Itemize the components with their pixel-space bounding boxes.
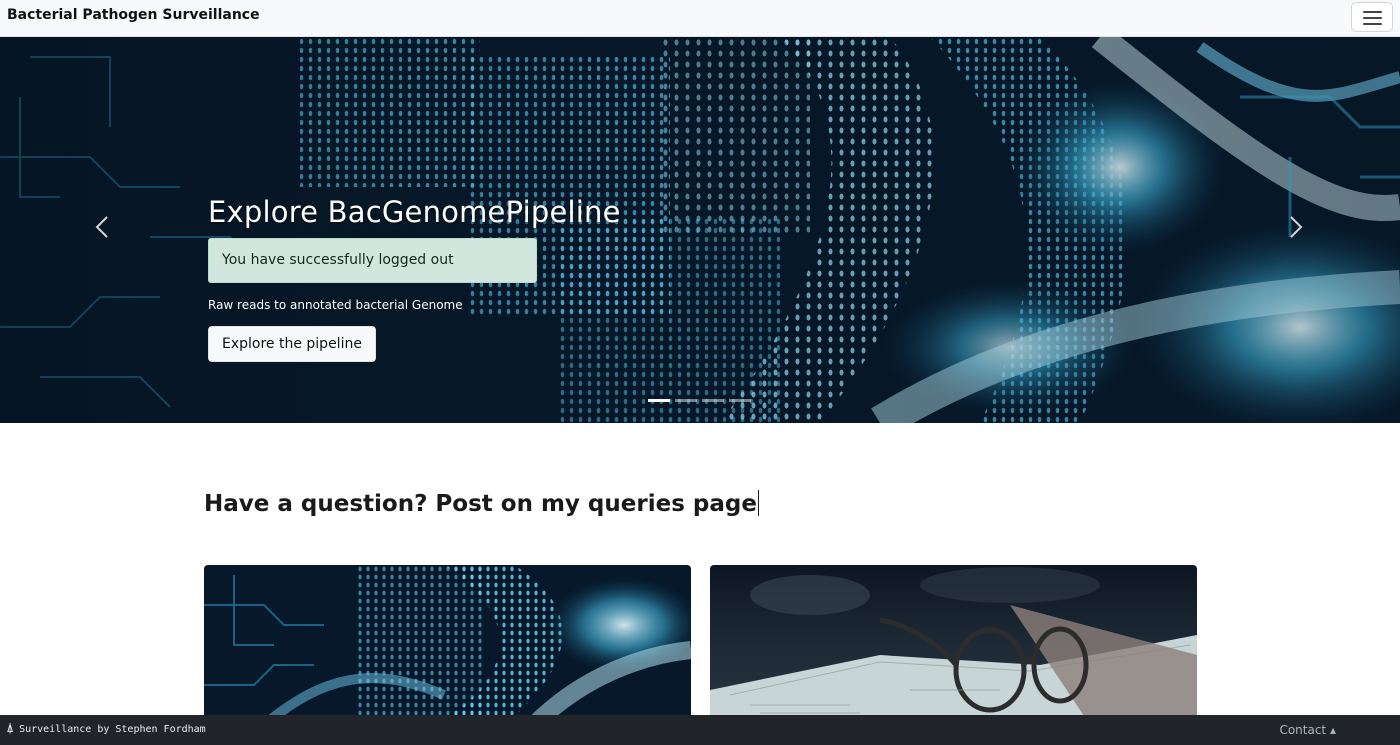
footer: ⍋ Surveillance by Stephen Fordham Contac… [0, 715, 1400, 745]
carousel-indicator[interactable] [648, 399, 670, 402]
carousel-prev-button[interactable] [88, 212, 118, 242]
chevron-right-icon [1290, 216, 1303, 238]
footer-credit: ⍋ Surveillance by Stephen Fordham [7, 724, 206, 735]
queries-heading: Have a question? Post on my queries page [204, 490, 759, 517]
carousel-indicator[interactable] [729, 399, 751, 402]
carousel-indicators [648, 399, 751, 402]
book-glasses-image [710, 565, 1197, 725]
carousel-next-button[interactable] [1280, 212, 1310, 242]
carousel-caption: Explore BacGenomePipeline You have succe… [208, 195, 628, 362]
hamburger-menu-icon [1363, 11, 1382, 13]
navbar: Bacterial Pathogen Surveillance [0, 0, 1400, 37]
navbar-toggle-button[interactable] [1351, 2, 1393, 32]
chevron-left-icon [95, 216, 108, 238]
card-dna-image[interactable] [204, 565, 691, 725]
dna-circuit-image [204, 565, 691, 725]
contact-dropup-button[interactable]: Contact ▴ [1279, 723, 1336, 737]
caret-up-icon: ▴ [1329, 723, 1336, 737]
logout-alert: You have successfully logged out [208, 238, 537, 283]
emblem-icon: ⍋ [7, 724, 14, 735]
card-book-image[interactable] [710, 565, 1197, 725]
carousel-indicator[interactable] [702, 399, 724, 402]
hero-title: Explore BacGenomePipeline [208, 195, 621, 229]
text-cursor [757, 490, 759, 516]
hero-subtitle: Raw reads to annotated bacterial Genome [208, 298, 463, 312]
hero-carousel: Explore BacGenomePipeline You have succe… [0, 37, 1400, 423]
carousel-indicator[interactable] [675, 399, 697, 402]
navbar-brand[interactable]: Bacterial Pathogen Surveillance [7, 7, 260, 23]
explore-pipeline-button[interactable]: Explore the pipeline [208, 326, 376, 362]
